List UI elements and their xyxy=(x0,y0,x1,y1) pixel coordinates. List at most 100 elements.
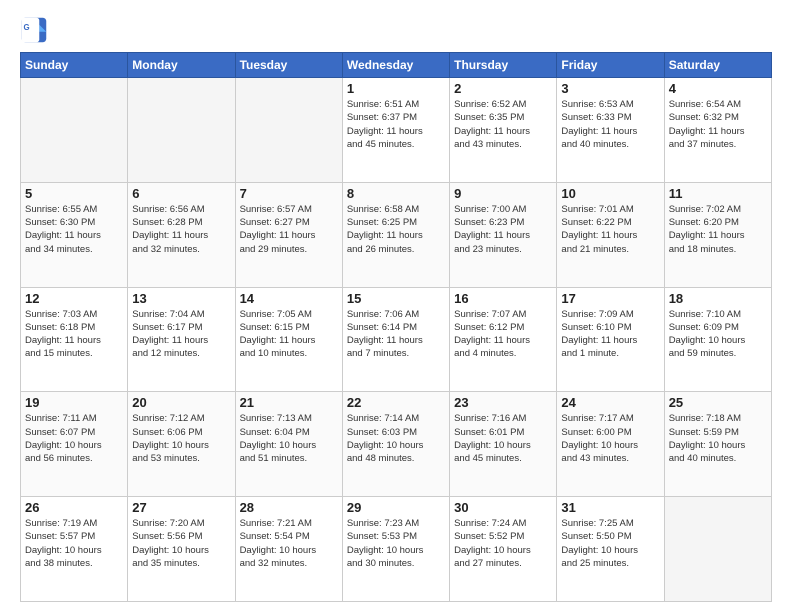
day-info: Sunrise: 7:21 AM Sunset: 5:54 PM Dayligh… xyxy=(240,517,338,570)
week-row: 1 Sunrise: 6:51 AM Sunset: 6:37 PM Daylig… xyxy=(21,78,772,183)
header: G xyxy=(20,16,772,44)
day-info: Sunrise: 6:58 AM Sunset: 6:25 PM Dayligh… xyxy=(347,203,445,256)
day-cell: 30 Sunrise: 7:24 AM Sunset: 5:52 PM Dayli… xyxy=(450,497,557,602)
day-cell: 1 Sunrise: 6:51 AM Sunset: 6:37 PM Daylig… xyxy=(342,78,449,183)
calendar-body: 1 Sunrise: 6:51 AM Sunset: 6:37 PM Daylig… xyxy=(21,78,772,602)
day-info: Sunrise: 7:20 AM Sunset: 5:56 PM Dayligh… xyxy=(132,517,230,570)
day-cell: 22Sunrise: 7:14 AM Sunset: 6:03 PM Dayli… xyxy=(342,392,449,497)
calendar-header: SundayMondayTuesdayWednesdayThursdayFrid… xyxy=(21,53,772,78)
day-info: Sunrise: 7:00 AM Sunset: 6:23 PM Dayligh… xyxy=(454,203,552,256)
day-number: 5 xyxy=(25,186,123,201)
day-info: Sunrise: 6:53 AM Sunset: 6:33 PM Dayligh… xyxy=(561,98,659,151)
day-number: 10 xyxy=(561,186,659,201)
day-number: 3 xyxy=(561,81,659,96)
day-number: 6 xyxy=(132,186,230,201)
day-cell: 20 Sunrise: 7:12 AM Sunset: 6:06 PM Dayli… xyxy=(128,392,235,497)
day-number: 13 xyxy=(132,291,230,306)
logo-icon: G xyxy=(20,16,48,44)
day-cell: 2 Sunrise: 6:52 AM Sunset: 6:35 PM Daylig… xyxy=(450,78,557,183)
day-number: 29 xyxy=(347,500,445,515)
day-info: Sunrise: 7:02 AM Sunset: 6:20 PM Dayligh… xyxy=(669,203,767,256)
day-cell: 26 Sunrise: 7:19 AM Sunset: 5:57 PM Dayli… xyxy=(21,497,128,602)
day-number: 25 xyxy=(669,395,767,410)
day-info: Sunrise: 7:24 AM Sunset: 5:52 PM Dayligh… xyxy=(454,517,552,570)
day-info: Sunrise: 7:06 AM Sunset: 6:14 PM Dayligh… xyxy=(347,308,445,361)
day-info: Sunrise: 6:54 AM Sunset: 6:32 PM Dayligh… xyxy=(669,98,767,151)
day-info: Sunrise: 7:11 AM Sunset: 6:07 PM Dayligh… xyxy=(25,412,123,465)
weekday-header-tuesday: Tuesday xyxy=(235,53,342,78)
day-cell: 27Sunrise: 7:20 AM Sunset: 5:56 PM Dayli… xyxy=(128,497,235,602)
day-cell: 10Sunrise: 7:01 AM Sunset: 6:22 PM Dayli… xyxy=(557,182,664,287)
day-number: 24 xyxy=(561,395,659,410)
week-row: 5 Sunrise: 6:55 AM Sunset: 6:30 PM Daylig… xyxy=(21,182,772,287)
day-cell: 16Sunrise: 7:07 AM Sunset: 6:12 PM Dayli… xyxy=(450,287,557,392)
week-row: 12 Sunrise: 7:03 AM Sunset: 6:18 PM Dayli… xyxy=(21,287,772,392)
day-number: 4 xyxy=(669,81,767,96)
day-cell xyxy=(235,78,342,183)
day-info: Sunrise: 7:14 AM Sunset: 6:03 PM Dayligh… xyxy=(347,412,445,465)
day-number: 20 xyxy=(132,395,230,410)
day-info: Sunrise: 7:03 AM Sunset: 6:18 PM Dayligh… xyxy=(25,308,123,361)
day-cell: 14Sunrise: 7:05 AM Sunset: 6:15 PM Dayli… xyxy=(235,287,342,392)
day-number: 18 xyxy=(669,291,767,306)
day-info: Sunrise: 6:57 AM Sunset: 6:27 PM Dayligh… xyxy=(240,203,338,256)
day-number: 28 xyxy=(240,500,338,515)
day-number: 9 xyxy=(454,186,552,201)
weekday-header-wednesday: Wednesday xyxy=(342,53,449,78)
weekday-header-thursday: Thursday xyxy=(450,53,557,78)
day-number: 16 xyxy=(454,291,552,306)
day-info: Sunrise: 6:51 AM Sunset: 6:37 PM Dayligh… xyxy=(347,98,445,151)
day-cell: 15 Sunrise: 7:06 AM Sunset: 6:14 PM Dayli… xyxy=(342,287,449,392)
day-number: 19 xyxy=(25,395,123,410)
day-info: Sunrise: 7:10 AM Sunset: 6:09 PM Dayligh… xyxy=(669,308,767,361)
day-cell xyxy=(21,78,128,183)
weekday-header-friday: Friday xyxy=(557,53,664,78)
day-number: 2 xyxy=(454,81,552,96)
day-number: 26 xyxy=(25,500,123,515)
day-number: 21 xyxy=(240,395,338,410)
day-info: Sunrise: 6:55 AM Sunset: 6:30 PM Dayligh… xyxy=(25,203,123,256)
day-cell: 3 Sunrise: 6:53 AM Sunset: 6:33 PM Daylig… xyxy=(557,78,664,183)
week-row: 19 Sunrise: 7:11 AM Sunset: 6:07 PM Dayli… xyxy=(21,392,772,497)
day-number: 7 xyxy=(240,186,338,201)
weekday-row: SundayMondayTuesdayWednesdayThursdayFrid… xyxy=(21,53,772,78)
day-info: Sunrise: 7:12 AM Sunset: 6:06 PM Dayligh… xyxy=(132,412,230,465)
day-number: 1 xyxy=(347,81,445,96)
day-number: 11 xyxy=(669,186,767,201)
day-number: 17 xyxy=(561,291,659,306)
day-cell: 21 Sunrise: 7:13 AM Sunset: 6:04 PM Dayli… xyxy=(235,392,342,497)
day-cell: 28 Sunrise: 7:21 AM Sunset: 5:54 PM Dayli… xyxy=(235,497,342,602)
day-number: 15 xyxy=(347,291,445,306)
calendar: SundayMondayTuesdayWednesdayThursdayFrid… xyxy=(20,52,772,602)
day-info: Sunrise: 7:25 AM Sunset: 5:50 PM Dayligh… xyxy=(561,517,659,570)
day-info: Sunrise: 7:17 AM Sunset: 6:00 PM Dayligh… xyxy=(561,412,659,465)
day-cell: 12 Sunrise: 7:03 AM Sunset: 6:18 PM Dayli… xyxy=(21,287,128,392)
day-info: Sunrise: 7:23 AM Sunset: 5:53 PM Dayligh… xyxy=(347,517,445,570)
day-cell: 17Sunrise: 7:09 AM Sunset: 6:10 PM Dayli… xyxy=(557,287,664,392)
day-info: Sunrise: 7:19 AM Sunset: 5:57 PM Dayligh… xyxy=(25,517,123,570)
weekday-header-sunday: Sunday xyxy=(21,53,128,78)
day-cell: 23Sunrise: 7:16 AM Sunset: 6:01 PM Dayli… xyxy=(450,392,557,497)
day-cell xyxy=(664,497,771,602)
day-cell: 4 Sunrise: 6:54 AM Sunset: 6:32 PM Daylig… xyxy=(664,78,771,183)
svg-text:G: G xyxy=(24,23,30,32)
weekday-header-monday: Monday xyxy=(128,53,235,78)
day-cell: 29 Sunrise: 7:23 AM Sunset: 5:53 PM Dayli… xyxy=(342,497,449,602)
day-number: 8 xyxy=(347,186,445,201)
day-cell: 8 Sunrise: 6:58 AM Sunset: 6:25 PM Daylig… xyxy=(342,182,449,287)
day-info: Sunrise: 7:13 AM Sunset: 6:04 PM Dayligh… xyxy=(240,412,338,465)
day-cell: 13Sunrise: 7:04 AM Sunset: 6:17 PM Dayli… xyxy=(128,287,235,392)
day-info: Sunrise: 7:05 AM Sunset: 6:15 PM Dayligh… xyxy=(240,308,338,361)
day-cell: 18 Sunrise: 7:10 AM Sunset: 6:09 PM Dayli… xyxy=(664,287,771,392)
page: G SundayMondayTuesdayWednesdayThursdayFr… xyxy=(0,0,792,612)
week-row: 26 Sunrise: 7:19 AM Sunset: 5:57 PM Dayli… xyxy=(21,497,772,602)
day-cell: 25 Sunrise: 7:18 AM Sunset: 5:59 PM Dayli… xyxy=(664,392,771,497)
day-number: 12 xyxy=(25,291,123,306)
day-cell: 5 Sunrise: 6:55 AM Sunset: 6:30 PM Daylig… xyxy=(21,182,128,287)
logo: G xyxy=(20,16,52,44)
day-cell: 11 Sunrise: 7:02 AM Sunset: 6:20 PM Dayli… xyxy=(664,182,771,287)
day-info: Sunrise: 7:18 AM Sunset: 5:59 PM Dayligh… xyxy=(669,412,767,465)
day-info: Sunrise: 6:52 AM Sunset: 6:35 PM Dayligh… xyxy=(454,98,552,151)
day-number: 30 xyxy=(454,500,552,515)
day-info: Sunrise: 6:56 AM Sunset: 6:28 PM Dayligh… xyxy=(132,203,230,256)
